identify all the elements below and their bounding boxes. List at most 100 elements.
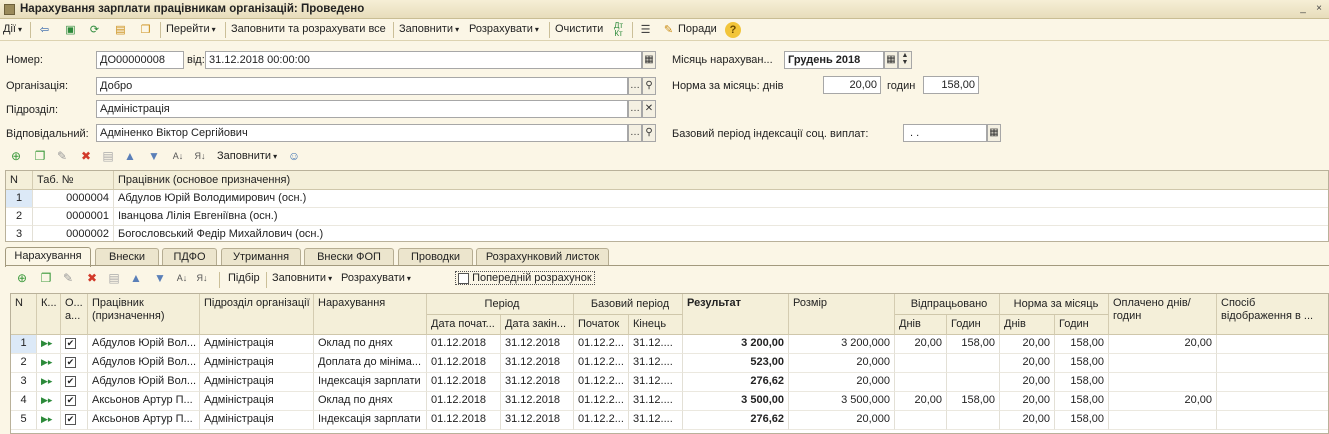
sort-asc-icon[interactable]: A↓ xyxy=(170,148,186,164)
period-end-cell[interactable]: 31.12.2018 xyxy=(501,335,574,354)
column-header[interactable]: Годин xyxy=(1055,315,1109,335)
clear-button[interactable]: Очистити xyxy=(555,23,603,35)
delete-icon[interactable]: ✖ xyxy=(84,270,100,286)
accruals-fill-menu[interactable]: Заповнити ▾ xyxy=(272,272,332,284)
calendar-icon[interactable]: ▦ xyxy=(642,51,656,69)
base-start-cell[interactable]: 01.12.2... xyxy=(574,373,629,392)
column-header[interactable]: Працівник (основое призначення) xyxy=(114,171,1328,190)
paid-cell[interactable] xyxy=(1109,411,1217,430)
column-header[interactable]: N xyxy=(6,171,33,190)
employee-cell[interactable]: Абдулов Юрій Володимирович (осн.) xyxy=(114,190,1328,208)
sort-desc-icon[interactable]: Я↓ xyxy=(192,148,208,164)
department-cell[interactable]: Адміністрація xyxy=(200,354,314,373)
copy-row-icon[interactable]: ❐ xyxy=(38,270,54,286)
column-header[interactable]: Підрозділ організації xyxy=(200,294,314,335)
structure-icon[interactable]: ☰ xyxy=(637,22,654,38)
tab-accruals[interactable]: Нарахування xyxy=(5,247,91,267)
period-end-cell[interactable]: 31.12.2018 xyxy=(501,373,574,392)
select-ellipsis-icon[interactable]: … xyxy=(628,100,642,118)
display-method-cell[interactable] xyxy=(1217,373,1328,392)
delete-icon[interactable]: ✖ xyxy=(78,148,94,164)
minimize-icon[interactable]: _ xyxy=(1296,2,1310,16)
base-end-cell[interactable]: 31.12.... xyxy=(629,354,683,373)
column-header[interactable]: Розмір xyxy=(789,294,895,335)
column-header[interactable]: Оплачено днів/годин xyxy=(1109,294,1217,335)
norm-hours-cell[interactable]: 158,00 xyxy=(1055,335,1109,354)
department-cell[interactable]: Адміністрація xyxy=(200,411,314,430)
base-start-cell[interactable]: 01.12.2... xyxy=(574,392,629,411)
employee-cell[interactable]: Абдулов Юрій Вол... xyxy=(88,335,200,354)
norm-hours-cell[interactable]: 158,00 xyxy=(1055,392,1109,411)
calendar-icon[interactable]: ▦ xyxy=(987,124,1001,142)
move-up-icon[interactable]: ▲ xyxy=(122,148,138,164)
active-checkbox-cell[interactable]: ✔ xyxy=(61,335,88,354)
column-header[interactable]: Дата закін... xyxy=(501,315,574,335)
period-start-cell[interactable]: 01.12.2018 xyxy=(427,354,501,373)
move-down-icon[interactable]: ▼ xyxy=(146,148,162,164)
save-icon[interactable]: ▣ xyxy=(62,22,79,38)
employee-cell[interactable]: Абдулов Юрій Вол... xyxy=(88,373,200,392)
department-cell[interactable]: Адміністрація xyxy=(200,392,314,411)
column-header[interactable]: Нарахування xyxy=(314,294,427,335)
column-header[interactable]: Відпрацьовано xyxy=(895,294,1000,315)
size-cell[interactable]: 20,000 xyxy=(789,411,895,430)
base-end-cell[interactable]: 31.12.... xyxy=(629,392,683,411)
checkbox-icon[interactable]: ✔ xyxy=(65,375,76,387)
employee-cell[interactable]: Абдулов Юрій Вол... xyxy=(88,354,200,373)
period-end-cell[interactable]: 31.12.2018 xyxy=(501,354,574,373)
period-start-cell[interactable]: 01.12.2018 xyxy=(427,392,501,411)
column-header[interactable]: Працівник (призначення) xyxy=(88,294,200,335)
period-start-cell[interactable]: 01.12.2018 xyxy=(427,411,501,430)
active-checkbox-cell[interactable]: ✔ xyxy=(61,354,88,373)
norm-hours-field[interactable]: 158,00 xyxy=(923,76,979,94)
tab-postings[interactable]: Проводки xyxy=(398,248,473,266)
column-header[interactable]: Початок xyxy=(574,315,629,335)
select-ellipsis-icon[interactable]: … xyxy=(628,124,642,142)
fill-calc-all-button[interactable]: Заповнити та розрахувати все xyxy=(231,23,386,35)
display-method-cell[interactable] xyxy=(1217,392,1328,411)
accruals-calculate-menu[interactable]: Розрахувати ▾ xyxy=(341,272,411,284)
month-field[interactable]: Грудень 2018 xyxy=(784,51,884,69)
checkbox-icon[interactable]: ✔ xyxy=(65,394,76,406)
help-icon[interactable]: ? xyxy=(725,22,741,38)
paid-cell[interactable] xyxy=(1109,354,1217,373)
base-start-cell[interactable]: 01.12.2... xyxy=(574,335,629,354)
column-header[interactable]: Днів xyxy=(1000,315,1055,335)
column-header[interactable]: К... xyxy=(37,294,61,335)
date-field[interactable]: 31.12.2018 00:00:00 xyxy=(205,51,642,69)
period-start-cell[interactable]: 01.12.2018 xyxy=(427,335,501,354)
norm-hours-cell[interactable]: 158,00 xyxy=(1055,373,1109,392)
move-up-icon[interactable]: ▲ xyxy=(128,270,144,286)
worked-hours-cell[interactable] xyxy=(947,354,1000,373)
edit-icon[interactable]: ✎ xyxy=(54,148,70,164)
column-header[interactable]: Період xyxy=(427,294,574,315)
end-edit-icon[interactable]: ▤ xyxy=(106,270,122,286)
tab-number-cell[interactable]: 0000004 xyxy=(33,190,114,208)
display-method-cell[interactable] xyxy=(1217,335,1328,354)
worked-hours-cell[interactable]: 158,00 xyxy=(947,335,1000,354)
active-checkbox-cell[interactable]: ✔ xyxy=(61,411,88,430)
search-icon[interactable]: ⚲ xyxy=(642,77,656,95)
column-header[interactable]: Дата почат... xyxy=(427,315,501,335)
result-cell[interactable]: 3 200,00 xyxy=(683,335,789,354)
fill-menu[interactable]: Заповнити ▾ xyxy=(399,23,459,35)
column-header[interactable]: Спосіб відображення в ... xyxy=(1217,294,1328,335)
base-start-cell[interactable]: 01.12.2... xyxy=(574,354,629,373)
norm-days-cell[interactable]: 20,00 xyxy=(1000,392,1055,411)
edit-icon[interactable]: ✎ xyxy=(60,270,76,286)
worked-hours-cell[interactable]: 158,00 xyxy=(947,392,1000,411)
actions-menu[interactable]: Дії ▾ xyxy=(3,23,22,35)
sort-asc-icon[interactable]: A↓ xyxy=(174,270,190,286)
copy-icon[interactable]: ❐ xyxy=(137,22,154,38)
department-cell[interactable]: Адміністрація xyxy=(200,373,314,392)
clear-x-icon[interactable]: ✕ xyxy=(642,100,656,118)
paid-cell[interactable]: 20,00 xyxy=(1109,335,1217,354)
calculate-menu[interactable]: Розрахувати ▾ xyxy=(469,23,539,35)
select-ellipsis-icon[interactable]: … xyxy=(628,77,642,95)
norm-hours-cell[interactable]: 158,00 xyxy=(1055,354,1109,373)
tab-contributions[interactable]: Внески xyxy=(95,248,159,266)
responsible-field[interactable]: Адміненко Віктор Сергійович xyxy=(96,124,628,142)
worked-days-cell[interactable] xyxy=(895,411,947,430)
department-field[interactable]: Адміністрація xyxy=(96,100,628,118)
employee-cell[interactable]: Богословський Федір Михайлович (осн.) xyxy=(114,226,1328,241)
